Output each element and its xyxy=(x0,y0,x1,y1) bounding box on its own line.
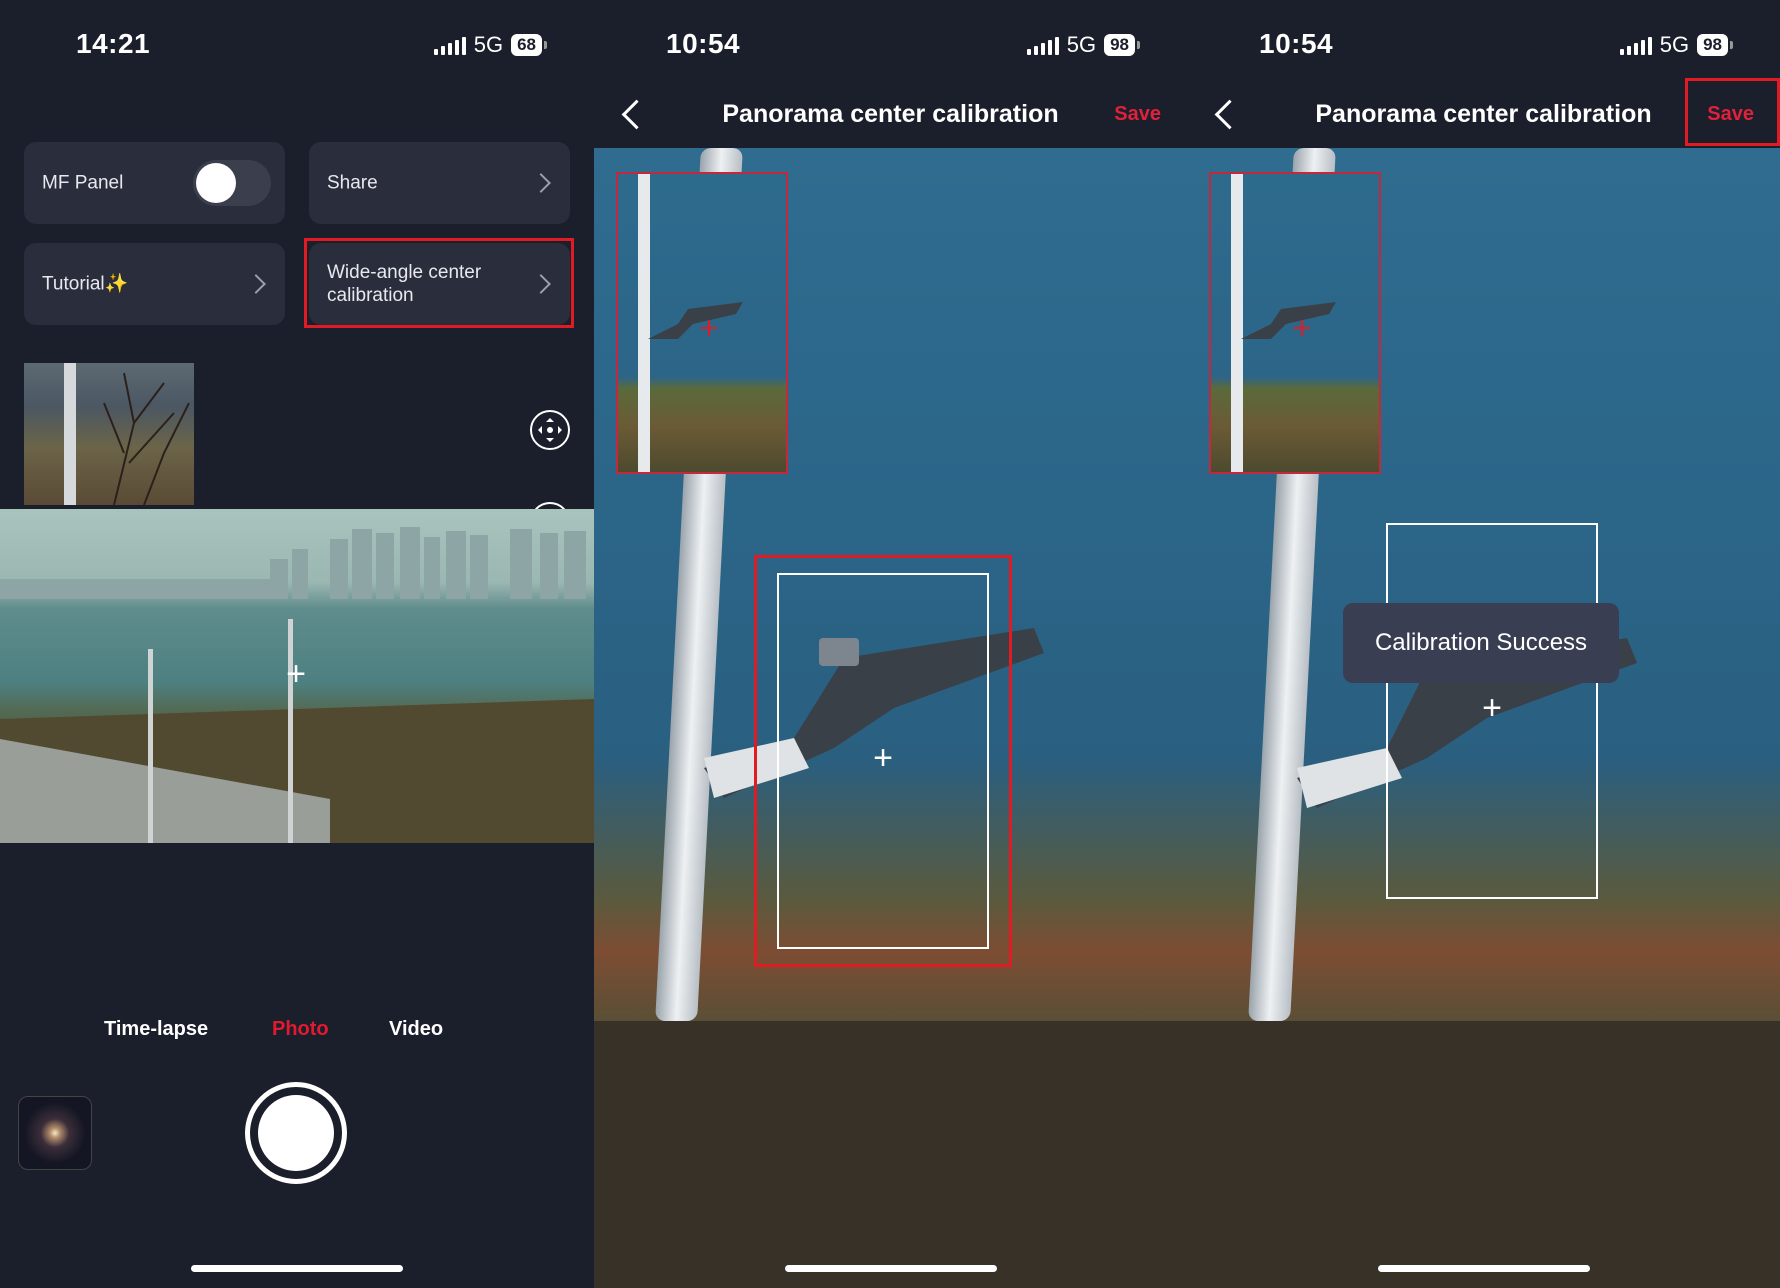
chevron-right-icon xyxy=(246,274,266,294)
network-type: 5G xyxy=(1066,32,1097,57)
mode-photo[interactable]: Photo xyxy=(272,1018,329,1041)
tutorial-label: Tutorial✨ xyxy=(42,273,129,295)
chevron-right-icon xyxy=(531,173,551,193)
sparkles-icon: ✨ xyxy=(104,273,129,295)
signal-icon xyxy=(433,35,466,55)
shutter-inner xyxy=(258,1095,334,1171)
crosshair-icon: + xyxy=(873,739,893,777)
nav-bar: Panorama center calibration Save xyxy=(594,90,1187,146)
battery-icon: 68 xyxy=(511,34,547,56)
tutorial-tile[interactable]: Tutorial✨ xyxy=(24,243,285,325)
page-title: Panorama center calibration xyxy=(722,100,1059,128)
crosshair-icon: + xyxy=(286,655,306,693)
lamp-mini-shape xyxy=(1241,302,1336,339)
status-time: 14:21 xyxy=(76,28,151,59)
network-type: 5G xyxy=(473,32,504,57)
calibration-image[interactable]: + xyxy=(594,148,1187,1021)
status-time: 10:54 xyxy=(666,28,741,59)
calibration-success-toast: Calibration Success xyxy=(1343,603,1619,683)
camera-settings-screen: 14:21 5G 68 MF Panel Share Tutorial✨ Wid… xyxy=(0,0,594,1288)
signal-icon xyxy=(1619,35,1652,55)
bottom-panel xyxy=(1187,1021,1780,1288)
crosshair-icon: + xyxy=(1482,689,1502,727)
mode-time-lapse[interactable]: Time-lapse xyxy=(104,1018,208,1041)
highlight-box xyxy=(304,238,574,328)
home-indicator xyxy=(784,1265,997,1272)
toggle-knob xyxy=(196,163,236,203)
status-time: 10:54 xyxy=(1259,28,1334,59)
highlight-box xyxy=(1685,78,1780,146)
status-bar: 10:54 5G 98 xyxy=(594,0,1187,90)
status-bar: 10:54 5G 98 xyxy=(1187,0,1780,90)
mf-panel-toggle[interactable] xyxy=(193,160,271,206)
telephoto-thumbnail xyxy=(616,172,788,474)
signal-icon xyxy=(1026,35,1059,55)
telephoto-preview[interactable] xyxy=(24,363,194,505)
lamp-mini-shape xyxy=(648,302,743,339)
share-tile[interactable]: Share xyxy=(309,142,570,224)
mode-video[interactable]: Video xyxy=(389,1018,443,1041)
mf-panel-label: MF Panel xyxy=(42,172,124,194)
wide-angle-preview[interactable]: + xyxy=(0,509,594,843)
move-icon[interactable] xyxy=(530,410,570,450)
shutter-button[interactable] xyxy=(245,1082,347,1184)
share-label: Share xyxy=(327,172,378,194)
panorama-calibration-screen: 10:54 5G 98 Panorama center calibration … xyxy=(594,0,1187,1288)
gallery-thumbnail[interactable] xyxy=(18,1096,92,1170)
save-button[interactable]: Save xyxy=(1114,103,1161,126)
bottom-panel xyxy=(594,1021,1187,1288)
home-indicator xyxy=(191,1265,403,1272)
battery-icon: 98 xyxy=(1697,34,1733,56)
calibration-image[interactable]: + xyxy=(1187,148,1780,1021)
home-indicator xyxy=(1377,1265,1590,1272)
panorama-calibration-success-screen: 10:54 5G 98 Panorama center calibration … xyxy=(1187,0,1780,1288)
network-type: 5G xyxy=(1659,32,1690,57)
branches-shape xyxy=(103,372,190,505)
mf-panel-tile: MF Panel xyxy=(24,142,285,224)
telephoto-thumbnail xyxy=(1209,172,1381,474)
battery-icon: 98 xyxy=(1104,34,1140,56)
status-bar: 14:21 5G 68 xyxy=(0,0,594,90)
